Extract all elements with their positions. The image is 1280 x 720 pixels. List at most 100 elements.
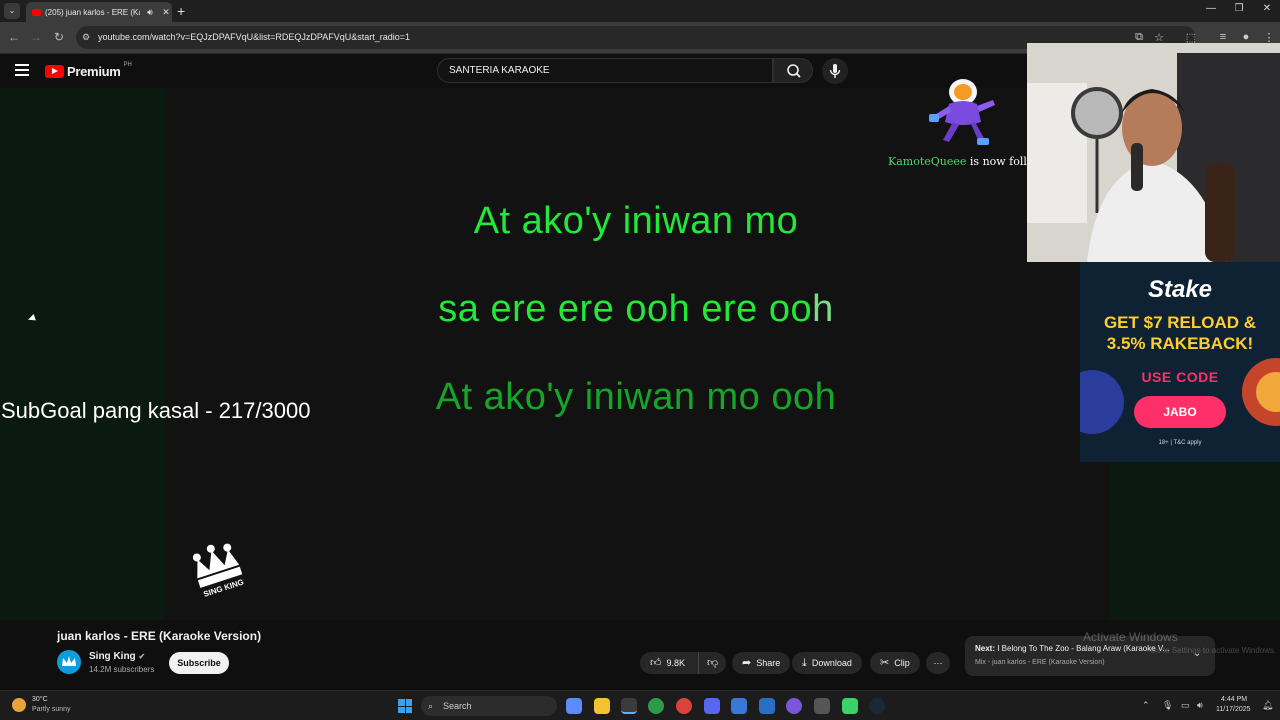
steam-app-icon[interactable] — [869, 698, 885, 714]
astronaut-alert-icon — [929, 79, 995, 145]
new-tab-button[interactable]: + — [177, 3, 185, 19]
notepad-app-icon[interactable] — [731, 698, 747, 714]
search-button[interactable] — [773, 58, 813, 83]
discord-app-icon[interactable] — [704, 698, 720, 714]
notification-bell-icon[interactable]: 🔔︎ — [1262, 700, 1273, 711]
media-control-icon[interactable]: ≡ — [1215, 31, 1231, 43]
download-button[interactable]: ⤓ Download — [792, 652, 862, 674]
next-title-text: I Belong To The Zoo - Balang Araw (Karao… — [995, 644, 1170, 653]
minimize-window-button[interactable]: — — [1201, 3, 1221, 14]
search-icon: ⌕ — [428, 701, 434, 711]
channel-name[interactable]: Sing King ✔︎ — [89, 651, 145, 662]
follower-name: KamoteQueee — [888, 155, 967, 168]
subgoal-overlay: SubGoal pang kasal - 217/3000 — [1, 398, 311, 423]
share-label: Share — [756, 658, 781, 668]
ad-fine-print: 18+ | T&C apply — [1158, 440, 1202, 446]
site-info-icon[interactable]: ⚙︎ — [82, 26, 90, 49]
thumbs-up-icon: 👍︎ — [650, 657, 662, 669]
weather-sun-icon[interactable] — [12, 698, 26, 712]
file-explorer-app-icon[interactable] — [594, 698, 610, 714]
taskbar-search-label: Search — [443, 701, 472, 711]
more-icon: ⋯ — [933, 658, 943, 668]
chrome-app-icon[interactable] — [621, 698, 637, 714]
video-right-panel — [1110, 462, 1280, 620]
youtube-favicon-icon — [32, 8, 41, 16]
activate-windows-watermark: Activate Windows — [1083, 630, 1178, 644]
activate-windows-subtext: Go to Settings to activate Windows. — [1150, 646, 1277, 655]
like-count: 9.8K — [666, 658, 686, 668]
thumbs-down-icon: 👎︎ — [707, 657, 719, 669]
lyric-line-2-pending: h — [812, 288, 834, 330]
close-tab-icon[interactable]: ✕ — [160, 7, 172, 18]
ad-code-button[interactable]: JABO — [1134, 396, 1226, 428]
ad-headline-line-1: GET $7 RELOAD & — [1103, 313, 1257, 332]
dislike-button[interactable]: 👎︎ — [698, 652, 726, 674]
ad-headline: GET $7 RELOAD & 3.5% RAKEBACK! — [1080, 312, 1280, 354]
browser-tab-bar: ⌄ (205) juan karlos - ERE (Kar 🔊︎ ✕ + — … — [0, 0, 1280, 22]
channel-avatar[interactable] — [57, 650, 81, 674]
next-video-playlist: Mix - juan karlos - ERE (Karaoke Version… — [975, 659, 1105, 666]
browser-profile-app-icon[interactable] — [786, 698, 802, 714]
subscribe-button[interactable]: Subscribe — [169, 652, 229, 674]
scissors-icon: ✂ — [880, 657, 890, 669]
youtube-premium-logo[interactable]: Premium PH — [45, 61, 132, 79]
video-left-panel — [0, 88, 165, 620]
share-icon: ➦ — [742, 657, 752, 669]
search-input[interactable]: SANTERIA KARAOKE — [437, 58, 773, 83]
stake-ad-banner[interactable]: Stake GET $7 RELOAD & 3.5% RAKEBACK! USE… — [1080, 262, 1280, 462]
microphone-icon — [829, 64, 841, 78]
volume-icon[interactable]: 🔊︎ — [1197, 700, 1203, 711]
profile-avatar-icon[interactable]: ● — [1238, 31, 1254, 43]
reload-button[interactable]: ↻ — [51, 30, 67, 44]
microphone-tray-icon[interactable]: 🎙︎ — [1162, 700, 1173, 711]
channel-subscribers: 14.2M subscribers — [89, 665, 155, 674]
follow-alert: KamoteQueee is now followin — [888, 155, 1028, 168]
channel-name-text: Sing King — [89, 651, 136, 662]
voice-search-button[interactable] — [822, 58, 848, 84]
lyric-line-2-sung: sa ere ere ooh ere oo — [438, 288, 813, 330]
webcam-overlay — [1027, 43, 1280, 262]
verified-badge-icon: ✔︎ — [138, 652, 146, 661]
forward-button[interactable]: → — [28, 30, 44, 44]
browser-tab-active[interactable]: (205) juan karlos - ERE (Kar 🔊︎ ✕ — [26, 2, 172, 22]
clip-label: Clip — [894, 658, 910, 668]
download-icon: ⤓ — [802, 657, 807, 669]
snipping-tool-app-icon[interactable] — [814, 698, 830, 714]
share-button[interactable]: ➦ Share — [732, 652, 791, 674]
youtube-play-icon — [45, 65, 64, 78]
clock-date[interactable]: 11/17/2025 — [1216, 706, 1251, 713]
clock-time[interactable]: 4:44 PM — [1221, 696, 1247, 703]
chrome-profile-app-icon[interactable] — [648, 698, 664, 714]
taskbar-search[interactable]: ⌕ Search — [421, 696, 557, 716]
tab-search-menu-button[interactable]: ⌄ — [4, 3, 20, 19]
video-title: juan karlos - ERE (Karaoke Version) — [57, 629, 262, 643]
photos-app-icon[interactable] — [759, 698, 775, 714]
restore-window-button[interactable]: ❐ — [1229, 3, 1249, 14]
chrome-alt-app-icon[interactable] — [676, 698, 692, 714]
more-actions-button[interactable]: ⋯ — [926, 652, 950, 674]
network-icon[interactable]: ▭ — [1181, 700, 1190, 711]
country-code: PH — [123, 61, 132, 68]
next-prefix: Next: — [975, 644, 996, 653]
like-button[interactable]: 👍︎ 9.8K — [640, 652, 698, 674]
weather-description: Partly sunny — [32, 706, 71, 713]
webcam-feed — [1027, 43, 1280, 262]
hamburger-menu-icon[interactable] — [15, 64, 29, 76]
back-button[interactable]: ← — [6, 30, 22, 44]
sing-king-logo: SING KING — [192, 543, 245, 599]
follow-message: is now followin — [969, 155, 1028, 168]
copilot-app-icon[interactable] — [566, 698, 582, 714]
ad-use-code-label: USE CODE — [1141, 369, 1219, 385]
spotify-app-icon[interactable] — [842, 698, 858, 714]
windows-taskbar: 30°C Partly sunny ⌕ Search ⌃ 🎙︎ ▭ 🔊︎ 4:4… — [0, 690, 1280, 720]
tab-title: (205) juan karlos - ERE (Kar — [45, 7, 140, 17]
close-window-button[interactable]: ✕ — [1257, 3, 1277, 14]
windows-start-icon[interactable] — [398, 699, 412, 713]
speaker-icon[interactable]: 🔊︎ — [144, 7, 156, 18]
search-icon — [787, 64, 801, 78]
ad-headline-line-2: 3.5% RAKEBACK! — [1106, 334, 1254, 353]
clip-button[interactable]: ✂ Clip — [870, 652, 920, 674]
weather-temperature: 30°C — [32, 696, 48, 703]
tray-overflow-icon[interactable]: ⌃ — [1142, 700, 1150, 711]
crown-icon — [62, 656, 76, 666]
